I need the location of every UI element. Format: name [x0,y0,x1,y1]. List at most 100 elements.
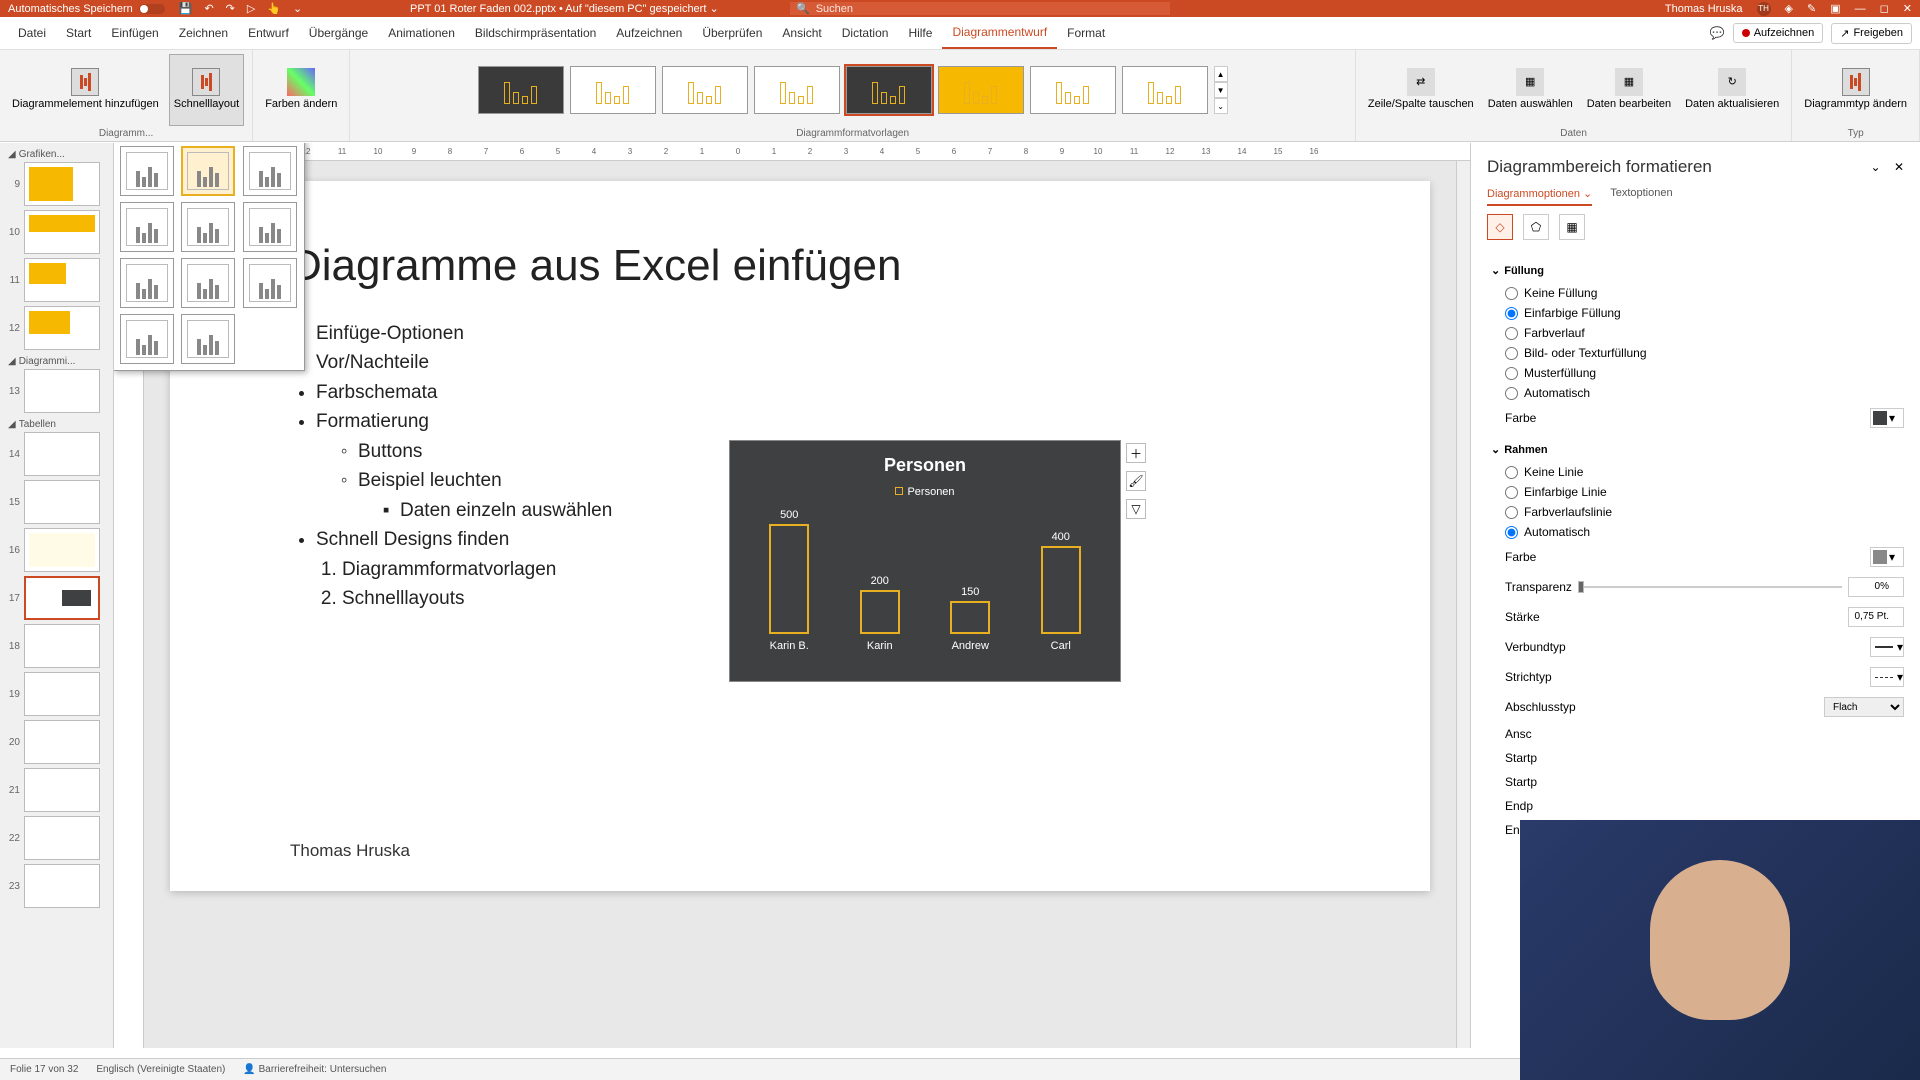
line-gradient-radio[interactable]: Farbverlaufslinie [1491,502,1904,522]
fill-color-picker[interactable]: ▾ [1870,408,1904,428]
slide-thumb-12[interactable] [24,306,100,350]
search-input[interactable] [816,3,1164,15]
canvas-scroll[interactable]: Diagramme aus Excel einfügen Einfüge-Opt… [144,161,1456,1048]
dash-dropdown[interactable]: ▾ [1870,667,1904,687]
tab-ansicht[interactable]: Ansicht [772,18,831,48]
quick-layout-3[interactable] [243,146,297,196]
slide-thumb-15[interactable] [24,480,100,524]
gallery-down-icon[interactable]: ▼ [1214,82,1228,98]
add-chart-element-button[interactable]: Diagrammelement hinzufügen [8,54,163,126]
quick-layout-11[interactable] [181,314,235,364]
tab-hilfe[interactable]: Hilfe [898,18,942,48]
chart-elements-button[interactable]: ＋ [1126,443,1146,463]
slide[interactable]: Diagramme aus Excel einfügen Einfüge-Opt… [170,181,1430,891]
save-icon[interactable]: 💾 [179,2,193,15]
width-spinner[interactable]: 0,75 Pt. [1848,607,1904,627]
tab-bildschirm[interactable]: Bildschirmpräsentation [465,18,606,48]
slide-thumb-21[interactable] [24,768,100,812]
tab-animationen[interactable]: Animationen [378,18,465,48]
section-border[interactable]: ⌄Rahmen [1491,443,1904,456]
tab-diagrammentwurf[interactable]: Diagrammentwurf [942,17,1057,49]
chart-style-4[interactable] [754,66,840,114]
slide-thumb-9[interactable] [24,162,100,206]
quick-layout-4[interactable] [120,202,174,252]
tab-entwurf[interactable]: Entwurf [238,18,299,48]
slide-footer[interactable]: Thomas Hruska [290,841,410,861]
user-avatar[interactable]: TH [1757,2,1771,16]
refresh-data-button[interactable]: ↻Daten aktualisieren [1681,54,1783,126]
touch-mode-icon[interactable]: 👆 [267,2,281,15]
user-name[interactable]: Thomas Hruska [1665,3,1743,15]
search-box[interactable]: 🔍 [790,2,1170,15]
quick-layout-7[interactable] [120,258,174,308]
slider-thumb[interactable] [1578,581,1584,593]
bullet-item[interactable]: Vor/Nachteile [316,348,1310,377]
close-icon[interactable]: ✕ [1903,2,1912,15]
line-none-radio[interactable]: Keine Linie [1491,462,1904,482]
chart-column[interactable]: 200 Karin [850,575,910,652]
tab-dictation[interactable]: Dictation [832,18,899,48]
redo-icon[interactable]: ↷ [226,2,235,15]
qat-dropdown-icon[interactable]: ⌄ [293,2,302,15]
slide-thumb-11[interactable] [24,258,100,302]
quick-layout-9[interactable] [243,258,297,308]
slide-thumb-17[interactable] [24,576,100,620]
slide-thumb-18[interactable] [24,624,100,668]
document-title[interactable]: PPT 01 Roter Faden 002.pptx • Auf "diese… [410,2,719,15]
chevron-down-icon[interactable]: ⌄ [709,3,718,15]
chart-column[interactable]: 500 Karin B. [759,509,819,652]
chart-plot-area[interactable]: 500 Karin B. 200 Karin 150 Andrew 400 Carl [744,512,1106,652]
slide-title[interactable]: Diagramme aus Excel einfügen [290,241,1310,291]
undo-icon[interactable]: ↶ [204,2,213,15]
chart-filter-button[interactable]: ▽ [1126,499,1146,519]
select-data-button[interactable]: ▦Daten auswählen [1484,54,1577,126]
quick-layout-6[interactable] [243,202,297,252]
slide-position[interactable]: Folie 17 von 32 [10,1064,78,1075]
chart-column[interactable]: 400 Carl [1031,531,1091,652]
chart-bar[interactable] [1041,546,1081,634]
line-color-picker[interactable]: ▾ [1870,547,1904,567]
switch-row-col-button[interactable]: ⇄Zeile/Spalte tauschen [1364,54,1478,126]
slide-thumb-23[interactable] [24,864,100,908]
accessibility-check[interactable]: 👤 Barrierefreiheit: Untersuchen [243,1064,386,1075]
language-indicator[interactable]: Englisch (Vereinigte Staaten) [96,1064,225,1075]
chart-style-1[interactable] [478,66,564,114]
fill-picture-radio[interactable]: Bild- oder Texturfüllung [1491,343,1904,363]
autosave-toggle[interactable]: Automatisches Speichern [8,3,165,15]
chart-style-7[interactable] [1030,66,1116,114]
size-props-tab-icon[interactable]: ▦ [1559,214,1585,240]
toggle-switch-icon[interactable] [139,4,165,14]
line-auto-radio[interactable]: Automatisch [1491,522,1904,542]
fill-pattern-radio[interactable]: Musterfüllung [1491,363,1904,383]
chart-bar[interactable] [860,590,900,634]
maximize-icon[interactable]: ◻ [1880,2,1889,15]
chart-column[interactable]: 150 Andrew [940,586,1000,652]
subtab-text-options[interactable]: Textoptionen [1610,187,1672,206]
window-layout-icon[interactable]: ▣ [1830,2,1840,15]
record-button[interactable]: Aufzeichnen [1733,23,1824,43]
quick-layout-2[interactable] [181,146,235,196]
thumb-section-tabellen[interactable]: ◢Tabellen [4,417,109,432]
fill-none-radio[interactable]: Keine Füllung [1491,283,1904,303]
transparency-value[interactable]: 0% [1848,577,1904,597]
gallery-up-icon[interactable]: ▲ [1214,66,1228,82]
embedded-chart[interactable]: Personen Personen 500 Karin B.200 Karin1… [730,441,1120,681]
thumb-section-grafiken[interactable]: ◢Grafiken... [4,147,109,162]
subtab-chart-options[interactable]: Diagrammoptionen ⌄ [1487,187,1592,206]
chart-bar[interactable] [769,524,809,634]
vertical-scrollbar[interactable] [1456,161,1470,1048]
section-fill[interactable]: ⌄Füllung [1491,264,1904,277]
quick-layout-button[interactable]: Schnelllayout [169,54,244,126]
compound-dropdown[interactable]: ▾ [1870,637,1904,657]
pen-icon[interactable]: ✎ [1807,2,1816,15]
minimize-icon[interactable]: — [1855,3,1866,15]
line-solid-radio[interactable]: Einfarbige Linie [1491,482,1904,502]
chart-style-3[interactable] [662,66,748,114]
cap-dropdown[interactable]: Flach [1824,697,1904,717]
slide-thumb-14[interactable] [24,432,100,476]
chart-title[interactable]: Personen [744,455,1106,476]
chart-style-8[interactable] [1122,66,1208,114]
slide-thumb-16[interactable] [24,528,100,572]
chart-style-2[interactable] [570,66,656,114]
bullet-item[interactable]: Farbschemata [316,378,1310,407]
